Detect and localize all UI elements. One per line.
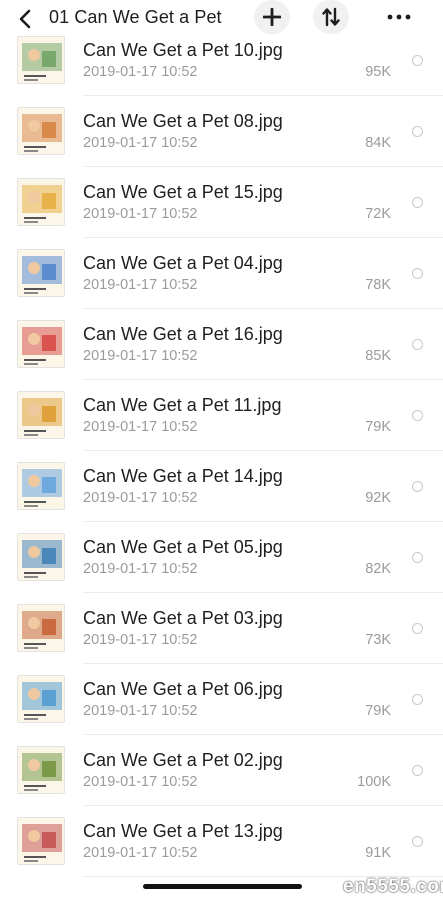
file-size: 91K xyxy=(365,845,391,861)
file-name: Can We Get a Pet 05.jpg xyxy=(83,537,283,557)
add-button[interactable] xyxy=(254,0,290,34)
file-date: 2019-01-17 10:52 xyxy=(83,774,198,790)
file-row[interactable]: Can We Get a Pet 02.jpg 2019-01-17 10:52 1… xyxy=(0,735,443,806)
file-date: 2019-01-17 10:52 xyxy=(83,561,198,577)
select-radio[interactable] xyxy=(412,55,423,66)
file-thumbnail xyxy=(17,178,65,226)
file-date: 2019-01-17 10:52 xyxy=(83,64,198,80)
select-radio[interactable] xyxy=(412,197,423,208)
select-radio[interactable] xyxy=(412,268,423,279)
select-radio[interactable] xyxy=(412,339,423,350)
file-thumbnail xyxy=(17,36,65,84)
file-row[interactable]: Can We Get a Pet 05.jpg 2019-01-17 10:52 8… xyxy=(0,522,443,593)
select-radio[interactable] xyxy=(412,694,423,705)
file-row[interactable]: Can We Get a Pet 03.jpg 2019-01-17 10:52 7… xyxy=(0,593,443,664)
file-date: 2019-01-17 10:52 xyxy=(83,348,198,364)
file-size: 85K xyxy=(365,348,391,364)
top-bar: 01 Can We Get a Pet xyxy=(0,0,443,40)
file-date: 2019-01-17 10:52 xyxy=(83,490,198,506)
file-date: 2019-01-17 10:52 xyxy=(83,135,198,151)
file-date: 2019-01-17 10:52 xyxy=(83,206,198,222)
watermark-text: en5555.com xyxy=(343,876,443,897)
file-thumbnail xyxy=(17,604,65,652)
file-thumbnail xyxy=(17,107,65,155)
sort-button[interactable] xyxy=(313,0,349,34)
file-row[interactable]: Can We Get a Pet 13.jpg 2019-01-17 10:52 9… xyxy=(0,806,443,877)
file-name: Can We Get a Pet 16.jpg xyxy=(83,324,283,344)
file-thumbnail xyxy=(17,817,65,865)
file-size: 100K xyxy=(357,774,391,790)
select-radio[interactable] xyxy=(412,836,423,847)
file-size: 79K xyxy=(365,419,391,435)
file-thumbnail xyxy=(17,746,65,794)
file-thumbnail xyxy=(17,675,65,723)
file-name: Can We Get a Pet 13.jpg xyxy=(83,821,283,841)
file-row[interactable]: Can We Get a Pet 14.jpg 2019-01-17 10:52 9… xyxy=(0,451,443,522)
file-date: 2019-01-17 10:52 xyxy=(83,845,198,861)
file-name: Can We Get a Pet 06.jpg xyxy=(83,679,283,699)
file-size: 78K xyxy=(365,277,391,293)
file-name: Can We Get a Pet 11.jpg xyxy=(83,395,282,415)
file-name: Can We Get a Pet 15.jpg xyxy=(83,182,283,202)
file-row[interactable]: Can We Get a Pet 08.jpg 2019-01-17 10:52 8… xyxy=(0,96,443,167)
more-button[interactable] xyxy=(381,3,417,31)
file-row[interactable]: Can We Get a Pet 15.jpg 2019-01-17 10:52 7… xyxy=(0,167,443,238)
home-indicator[interactable] xyxy=(143,884,302,889)
file-row[interactable]: Can We Get a Pet 11.jpg 2019-01-17 10:52 7… xyxy=(0,380,443,451)
file-date: 2019-01-17 10:52 xyxy=(83,419,198,435)
file-date: 2019-01-17 10:52 xyxy=(83,632,198,648)
file-name: Can We Get a Pet 10.jpg xyxy=(83,40,283,60)
select-radio[interactable] xyxy=(412,623,423,634)
file-thumbnail xyxy=(17,533,65,581)
file-size: 95K xyxy=(365,64,391,80)
file-name: Can We Get a Pet 03.jpg xyxy=(83,608,283,628)
file-size: 82K xyxy=(365,561,391,577)
file-date: 2019-01-17 10:52 xyxy=(83,703,198,719)
back-button[interactable] xyxy=(10,4,40,34)
file-row[interactable]: Can We Get a Pet 04.jpg 2019-01-17 10:52 7… xyxy=(0,238,443,309)
file-name: Can We Get a Pet 08.jpg xyxy=(83,111,283,131)
more-dots-icon xyxy=(387,14,411,20)
file-name: Can We Get a Pet 14.jpg xyxy=(83,466,283,486)
file-name: Can We Get a Pet 04.jpg xyxy=(83,253,283,273)
file-thumbnail xyxy=(17,462,65,510)
sort-arrows-icon xyxy=(322,7,340,27)
file-row[interactable]: Can We Get a Pet 06.jpg 2019-01-17 10:52 7… xyxy=(0,664,443,735)
file-list: Can We Get a Pet 10.jpg 2019-01-17 10:52 9… xyxy=(0,36,443,900)
file-size: 79K xyxy=(365,703,391,719)
select-radio[interactable] xyxy=(412,410,423,421)
file-row[interactable]: Can We Get a Pet 10.jpg 2019-01-17 10:52 9… xyxy=(0,36,443,96)
file-size: 73K xyxy=(365,632,391,648)
page-title: 01 Can We Get a Pet xyxy=(49,7,222,27)
chevron-left-icon xyxy=(19,9,31,29)
file-size: 92K xyxy=(365,490,391,506)
file-thumbnail xyxy=(17,249,65,297)
file-date: 2019-01-17 10:52 xyxy=(83,277,198,293)
select-radio[interactable] xyxy=(412,552,423,563)
file-size: 72K xyxy=(365,206,391,222)
plus-icon xyxy=(263,8,281,26)
file-row[interactable]: Can We Get a Pet 16.jpg 2019-01-17 10:52 8… xyxy=(0,309,443,380)
file-thumbnail xyxy=(17,320,65,368)
file-name: Can We Get a Pet 02.jpg xyxy=(83,750,283,770)
select-radio[interactable] xyxy=(412,126,423,137)
file-thumbnail xyxy=(17,391,65,439)
select-radio[interactable] xyxy=(412,481,423,492)
file-size: 84K xyxy=(365,135,391,151)
select-radio[interactable] xyxy=(412,765,423,776)
